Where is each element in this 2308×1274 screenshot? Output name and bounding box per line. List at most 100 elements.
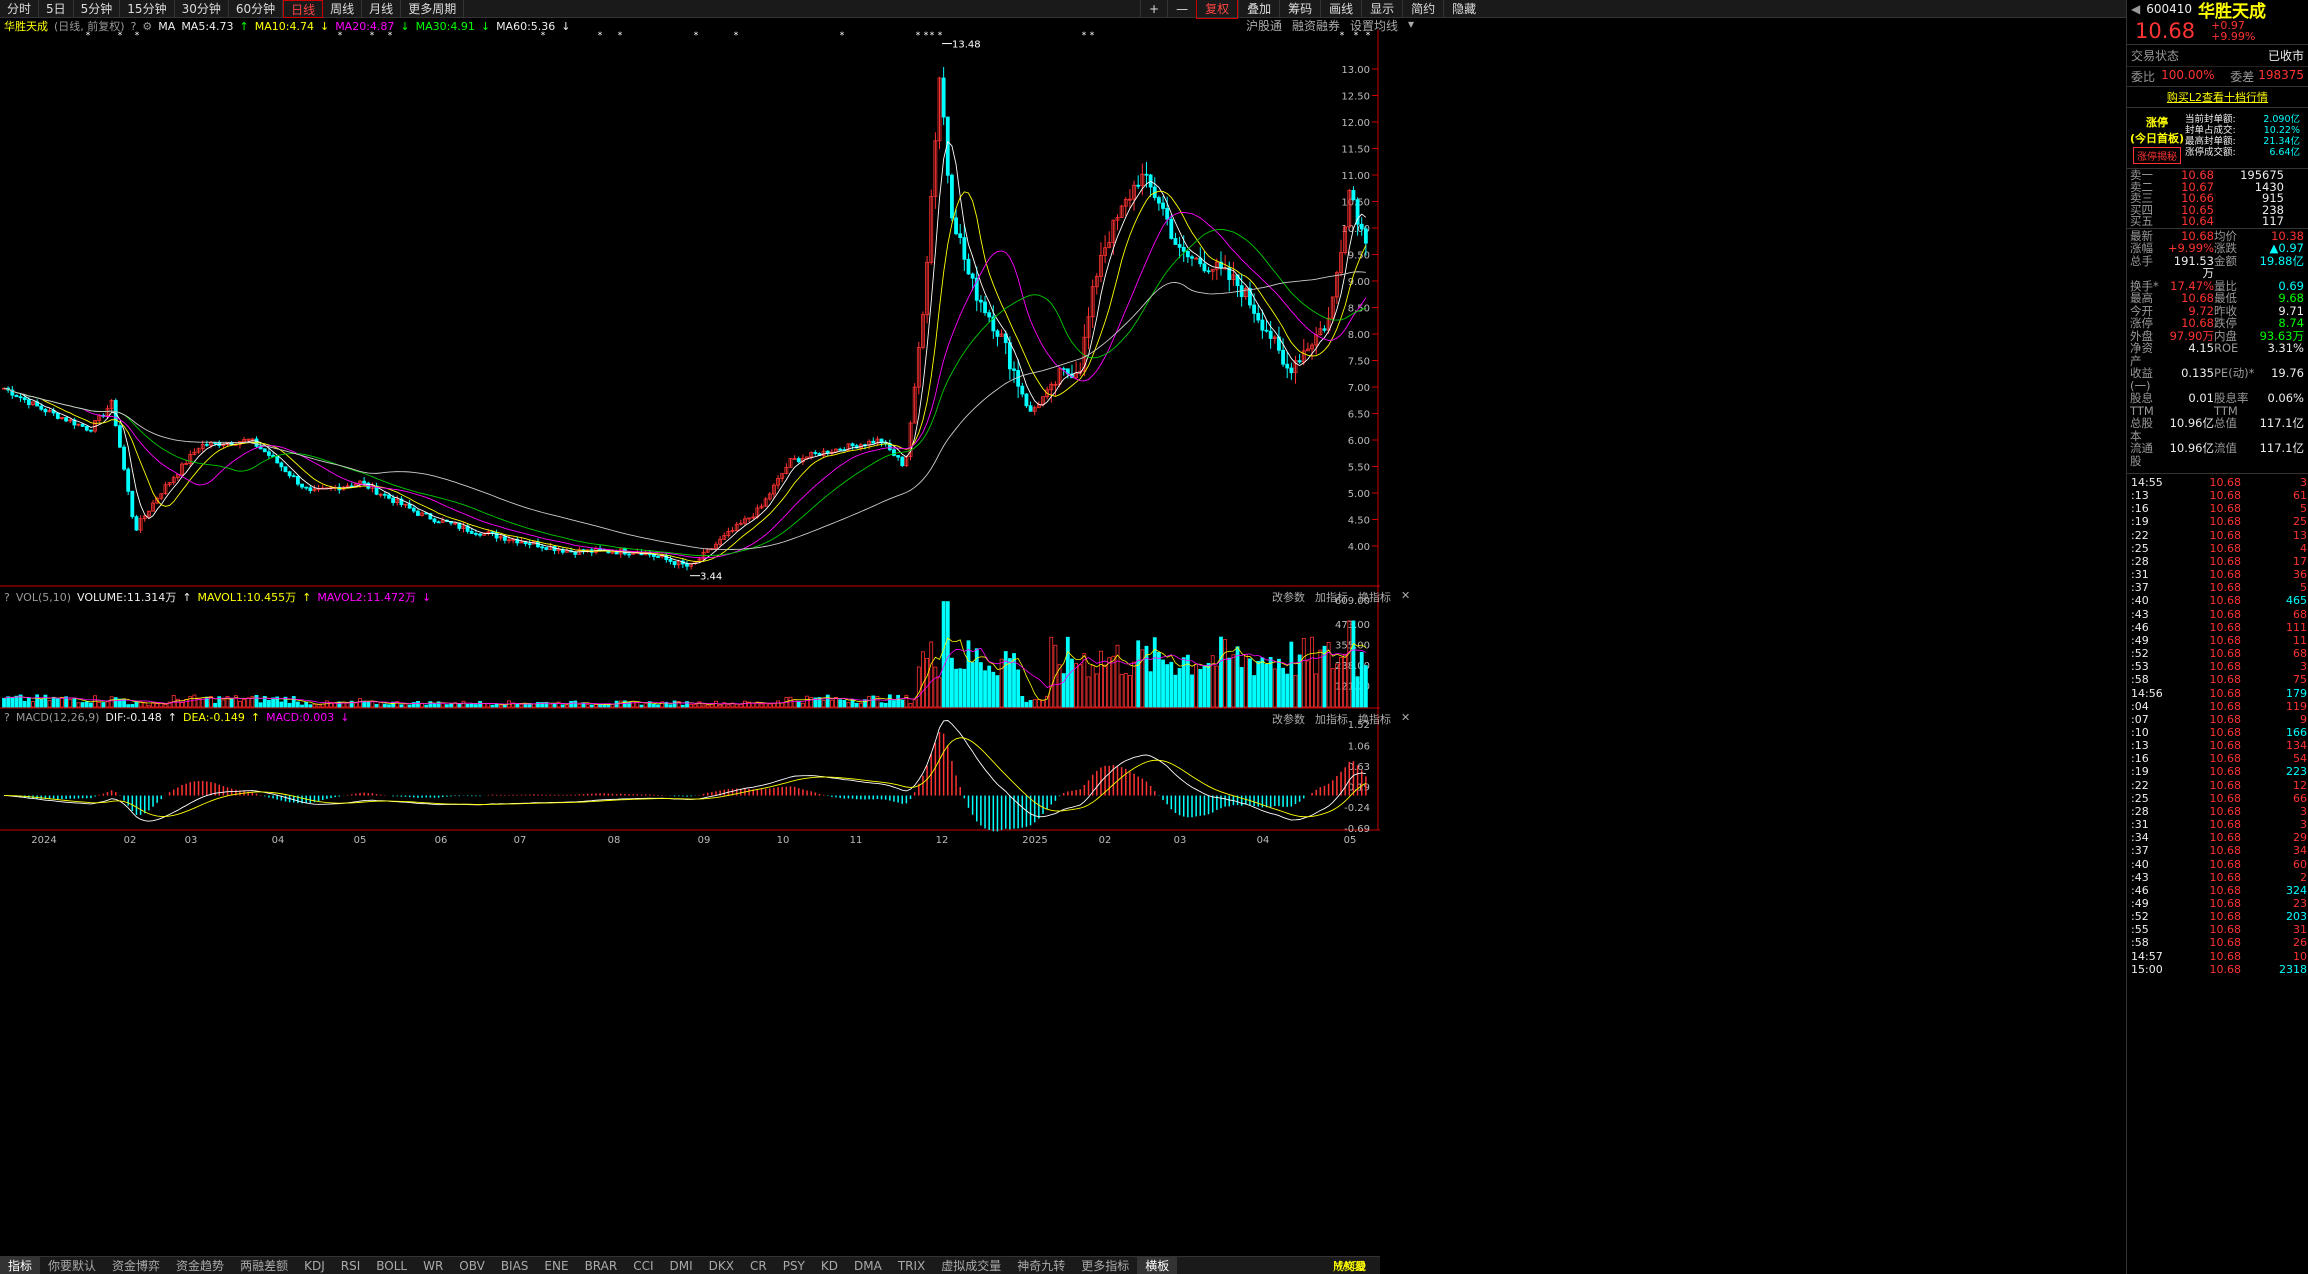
macd-change-indicator[interactable]: 换指标 (1358, 711, 1391, 727)
indicator-tab-5[interactable]: 资金趋势 (168, 1257, 232, 1274)
indicator-tab-21[interactable]: KD (813, 1259, 846, 1273)
period-tab-9[interactable]: 更多周期 (401, 0, 465, 18)
macd-edit-params[interactable]: 改参数 (1272, 711, 1305, 727)
indicator-tab-18[interactable]: DKX (701, 1259, 742, 1273)
period-tab-8[interactable]: 月线 (362, 0, 402, 18)
period-tab-2[interactable]: 5分钟 (74, 0, 121, 18)
volume-bar (1119, 674, 1124, 708)
volume-bar (958, 668, 963, 708)
tick-time: :28 (2131, 804, 2149, 818)
vol-edit-params[interactable]: 改参数 (1272, 589, 1305, 605)
right-tool-0[interactable]: + (1140, 0, 1167, 18)
period-tab-4[interactable]: 30分钟 (175, 0, 229, 18)
event-marker[interactable]: * (916, 31, 921, 41)
indicator-tab-7[interactable]: MACD (1325, 1259, 1374, 1272)
close-icon[interactable]: ✕ (1401, 589, 1410, 605)
indicator-tab-22[interactable]: DMA (846, 1259, 890, 1273)
buy-l2-link[interactable]: 购买L2查看十档行情 (2127, 86, 2308, 108)
right-tool-8[interactable]: 隐藏 (1443, 0, 1484, 18)
event-marker[interactable]: * (734, 31, 739, 41)
period-tab-0[interactable]: 分时 (0, 0, 40, 18)
event-marker[interactable]: * (1090, 31, 1095, 41)
indicator-tab-11[interactable]: WR (415, 1259, 451, 1273)
event-marker[interactable]: * (370, 31, 375, 41)
event-marker[interactable]: * (1340, 31, 1345, 41)
period-tab-1[interactable]: 5日 (39, 0, 74, 18)
vol-add-indicator[interactable]: 加指标 (1315, 589, 1348, 605)
volume-bar (1173, 674, 1178, 708)
indicator-tab-19[interactable]: CR (742, 1259, 775, 1273)
event-marker[interactable]: * (135, 31, 140, 41)
indicator-tab-9[interactable]: RSI (333, 1259, 369, 1273)
event-marker[interactable]: * (541, 31, 546, 41)
indicator-tab-8[interactable]: KDJ (296, 1259, 333, 1273)
event-marker[interactable]: * (1366, 31, 1371, 41)
right-tool-2[interactable]: 复权 (1196, 0, 1239, 19)
candle-body (22, 397, 27, 401)
right-tool-4[interactable]: 筹码 (1279, 0, 1320, 18)
right-tool-6[interactable]: 显示 (1361, 0, 1402, 18)
indicator-tab-4[interactable]: 资金博弈 (104, 1257, 168, 1274)
indicator-tab-13[interactable]: BIAS (493, 1259, 537, 1273)
right-tool-5[interactable]: 画线 (1320, 0, 1361, 18)
tick-price: 10.68 (2209, 844, 2242, 858)
event-marker[interactable]: * (618, 31, 623, 41)
period-tab-5[interactable]: 60分钟 (229, 0, 284, 18)
tick-row: :58 10.68 26 (2127, 936, 2308, 949)
quote-value: 10.96亿 (2169, 441, 2214, 455)
kline-chart[interactable]: 13.0012.5012.0011.5011.0010.5010.009.509… (0, 30, 1380, 1256)
event-marker[interactable]: * (930, 31, 935, 41)
right-tool-7[interactable]: 简约 (1402, 0, 1443, 18)
event-marker[interactable]: * (840, 31, 845, 41)
macd-add-indicator[interactable]: 加指标 (1315, 711, 1348, 727)
dif-line (3, 720, 1366, 822)
indicator-tab-17[interactable]: DMI (662, 1259, 701, 1273)
event-marker[interactable]: * (1354, 31, 1359, 41)
indicator-tab-6[interactable]: 两融差额 (232, 1257, 296, 1274)
tick-volume: 61 (2293, 489, 2307, 503)
right-tool-1[interactable]: — (1167, 0, 1196, 18)
period-tab-6[interactable]: 日线 (283, 0, 324, 18)
vol-change-indicator[interactable]: 换指标 (1358, 589, 1391, 605)
event-marker[interactable]: * (338, 31, 343, 41)
tick-price: 10.68 (2209, 594, 2242, 608)
event-marker[interactable]: * (86, 31, 91, 41)
indicator-tab-27[interactable]: 横板 (1137, 1257, 1178, 1274)
indicator-tab-14[interactable]: ENE (536, 1259, 576, 1273)
limit-stat-value: 10.22% (2263, 125, 2300, 136)
tick-price: 10.68 (2209, 528, 2242, 542)
indicator-tab-25[interactable]: 神奇九转 (1009, 1257, 1073, 1274)
volume-bar (921, 651, 925, 708)
tick-row: :34 10.68 29 (2127, 831, 2308, 844)
volume-bar (536, 702, 540, 708)
indicator-tab-16[interactable]: CCI (625, 1259, 661, 1273)
indicator-tab-0[interactable]: 指标 (0, 1257, 41, 1274)
volume-bar (387, 704, 391, 708)
prev-stock-icon[interactable]: ◀ (2131, 2, 2140, 16)
indicator-tab-24[interactable]: 虚拟成交量 (933, 1257, 1009, 1274)
close-icon[interactable]: ✕ (1401, 711, 1410, 727)
volume-bar (151, 702, 155, 708)
event-marker[interactable]: * (118, 31, 123, 41)
event-marker[interactable]: * (938, 31, 943, 41)
tick-volume: 3 (2300, 818, 2307, 832)
event-marker[interactable]: * (598, 31, 603, 41)
indicator-tab-20[interactable]: PSY (775, 1259, 813, 1273)
event-marker[interactable]: * (1082, 31, 1087, 41)
indicator-tab-26[interactable]: 更多指标 (1073, 1257, 1137, 1274)
event-marker[interactable]: * (388, 31, 393, 41)
chevron-down-icon[interactable]: ▾ (1408, 17, 1414, 34)
right-tool-3[interactable]: 叠加 (1238, 0, 1279, 18)
period-tab-7[interactable]: 周线 (323, 0, 363, 18)
volume-bar (1132, 661, 1136, 708)
period-tab-3[interactable]: 15分钟 (120, 0, 175, 18)
tick-row: :31 10.68 36 (2127, 568, 2308, 581)
indicator-tab-10[interactable]: BOLL (368, 1259, 415, 1273)
indicator-tab-1[interactable]: 你要默认 (40, 1257, 104, 1274)
event-marker[interactable]: * (694, 31, 699, 41)
indicator-tab-23[interactable]: TRIX (890, 1259, 933, 1273)
limit-reason-button[interactable]: 涨停揭秘 (2133, 147, 2181, 164)
indicator-tab-12[interactable]: OBV (451, 1259, 493, 1273)
indicator-tab-15[interactable]: BRAR (577, 1259, 626, 1273)
event-marker[interactable]: * (924, 31, 929, 41)
